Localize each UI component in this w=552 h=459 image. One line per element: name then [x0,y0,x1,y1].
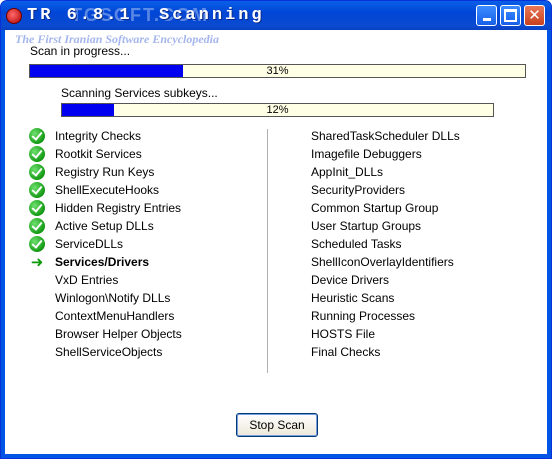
checklist-item-label: SharedTaskScheduler DLLs [311,129,460,143]
checklist-item: Hidden Registry Entries [29,199,182,217]
status-empty [285,182,301,198]
checklist-item-label: Scheduled Tasks [311,237,402,251]
checklist-item: ➜ Services/Drivers [29,253,182,271]
checklist-item: HOSTS File [285,325,460,343]
scan-progress-bar: 31% [29,64,526,78]
check-icon [29,164,45,180]
scan-status-label: Scan in progress... [30,44,131,58]
checklist-item: Imagefile Debuggers [285,145,460,163]
checklist-item: ShellIconOverlayIdentifiers [285,253,460,271]
app-icon[interactable] [6,8,22,24]
checklist-item: Browser Helper Objects [29,325,182,343]
column-divider [267,129,268,373]
checklist-item: Heuristic Scans [285,289,460,307]
checklist-item-label: ShellIconOverlayIdentifiers [311,255,454,269]
subscan-progress-bar: 12% [61,103,494,117]
check-icon [29,236,45,252]
checklist-item-label: Final Checks [311,345,381,359]
checklist-item-label: ShellServiceObjects [55,345,163,359]
checklist-item-label: SecurityProviders [311,183,406,197]
checklist-item: Final Checks [285,343,460,361]
checklist-item: Rootkit Services [29,145,182,163]
status-empty [285,290,301,306]
checklist-item: Running Processes [285,307,460,325]
status-empty [29,272,45,288]
status-empty [29,326,45,342]
check-icon [29,146,45,162]
checklist-item-label: Common Startup Group [311,201,439,215]
checklist-item-label: Browser Helper Objects [55,327,182,341]
maximize-icon [504,9,517,22]
minimize-button[interactable] [476,5,497,26]
checklist-item: Scheduled Tasks [285,235,460,253]
status-empty [285,272,301,288]
checklist-item-label: Hidden Registry Entries [55,201,182,215]
stop-scan-button[interactable]: Stop Scan [236,413,318,437]
check-icon [29,182,45,198]
checklist-item: Common Startup Group [285,199,460,217]
status-empty [29,344,45,360]
status-empty [285,218,301,234]
checklist-item: User Startup Groups [285,217,460,235]
checklist-item: AppInit_DLLs [285,163,460,181]
checklist-item-label: ContextMenuHandlers [55,309,175,323]
checklist-item: ContextMenuHandlers [29,307,182,325]
close-button[interactable]: ✕ [524,5,545,26]
window-title: TR 6.8.1 Scanning [27,6,265,25]
arrow-right-icon: ➜ [30,253,44,271]
status-empty [285,164,301,180]
scan-progress-text: 31% [266,65,289,77]
status-empty [29,308,45,324]
checklist-item-label: User Startup Groups [311,219,422,233]
checklist-item-label: AppInit_DLLs [311,165,384,179]
check-icon [29,218,45,234]
checklist-item: ShellServiceObjects [29,343,182,361]
checklist-item-label: Device Drivers [311,273,390,287]
status-empty [285,344,301,360]
checklist-item-label: Winlogon\Notify DLLs [55,291,171,305]
maximize-button[interactable] [500,5,521,26]
status-empty [285,236,301,252]
checklist-item-label: Rootkit Services [55,147,142,161]
checklist-item-label: VxD Entries [55,273,119,287]
status-empty [285,128,301,144]
checklist-item-label: Heuristic Scans [311,291,395,305]
title-bar[interactable]: TGSOFT.COM TR 6.8.1 Scanning ✕ [1,1,551,30]
checklist-item: SecurityProviders [285,181,460,199]
client-area: The First Iranian Software Encyclopedia … [5,30,547,454]
status-empty [29,290,45,306]
checklist-item-label: HOSTS File [311,327,376,341]
checklist-item: Winlogon\Notify DLLs [29,289,182,307]
checklist-item: Active Setup DLLs [29,217,182,235]
minimize-icon [482,18,491,21]
checklist-item-label: Imagefile Debuggers [311,147,422,161]
status-empty [285,146,301,162]
close-icon: ✕ [528,6,541,24]
subscan-progress-text: 12% [266,104,289,116]
checklist-item-label: Integrity Checks [55,129,142,143]
subscan-status-label: Scanning Services subkeys... [61,86,218,100]
checklist-item: Device Drivers [285,271,460,289]
checklist-item-label: Running Processes [311,309,416,323]
check-icon [29,128,45,144]
checklist-item-label: ShellExecuteHooks [55,183,160,197]
status-empty [285,326,301,342]
check-icon [29,200,45,216]
checklist-item-label: Active Setup DLLs [55,219,154,233]
checklist-item: Integrity Checks [29,127,182,145]
scan-window: TGSOFT.COM TR 6.8.1 Scanning ✕ The First… [0,0,552,459]
status-empty [285,254,301,270]
checklist-item: SharedTaskScheduler DLLs [285,127,460,145]
checklist-left: Integrity Checks Rootkit Services Registry… [29,127,182,361]
checklist-item: Registry Run Keys [29,163,182,181]
checklist-item: ServiceDLLs [29,235,182,253]
status-empty [285,308,301,324]
checklist-right: SharedTaskScheduler DLLs Imagefile Debugg… [285,127,460,361]
checklist-item-label: Services/Drivers [55,255,150,269]
status-empty [285,200,301,216]
checklist-item: ShellExecuteHooks [29,181,182,199]
checklist-item: VxD Entries [29,271,182,289]
checklist-item-label: ServiceDLLs [55,237,124,251]
checklist-item-label: Registry Run Keys [55,165,155,179]
